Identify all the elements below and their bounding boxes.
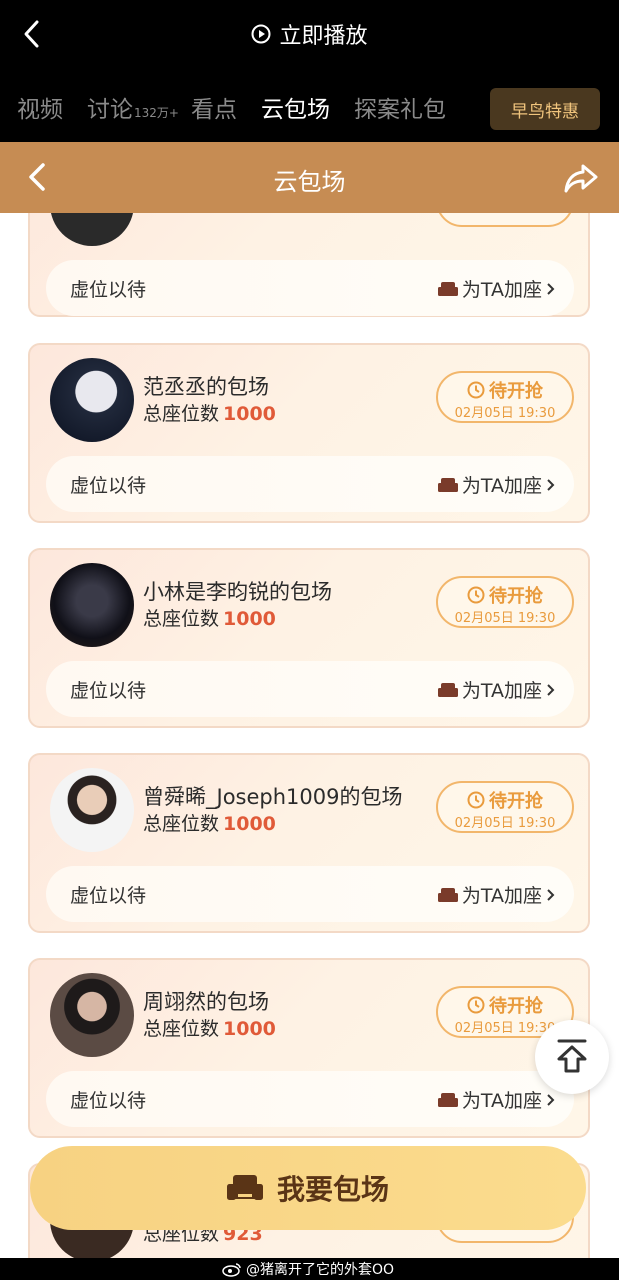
sofa-icon [437,682,458,697]
waiting-label: 虚位以待 [70,475,147,497]
play-now-button[interactable]: 立即播放 [0,18,619,50]
booking-list[interactable]: 虚位以待 为TA加座 范丞丞的包场 总座位数 1000 待开抢 02月05日 19… [0,213,619,1258]
waiting-label: 虚位以待 [70,1090,147,1112]
avatar [50,213,134,246]
add-seat-label: 为TA加座 [461,885,542,907]
seat-count: 总座位数 1000 [143,809,276,836]
early-bird-button[interactable]: 早鸟特惠 [490,88,600,130]
watermark-text: @猪离开了它的外套OO [246,1262,395,1278]
watermark: @猪离开了它的外套OO [222,1258,394,1280]
seat-row: 虚位以待 为TA加座 [46,661,574,717]
tab-bar: 视频 讨论132万+ 看点 云包场 探案礼包 [17,90,470,130]
seat-row: 虚位以待 为TA加座 [46,1071,574,1127]
add-seat-button[interactable]: 为TA加座 [437,1086,556,1113]
chevron-right-icon [547,1093,555,1106]
booking-card: 周翊然的包场 总座位数 1000 待开抢 02月05日 19:30 虚位以待 为T… [28,958,590,1138]
booking-card: 曾舜晞_Joseph1009的包场 总座位数 1000 待开抢 02月05日 19… [28,753,590,933]
seat-count: 总座位数 1000 [143,1014,276,1041]
seat-count-value: 1000 [223,403,276,425]
seat-row: 虚位以待 为TA加座 [46,260,574,316]
play-now-label: 立即播放 [279,24,368,49]
sofa-icon [437,477,458,492]
seat-row: 虚位以待 为TA加座 [46,866,574,922]
scroll-to-top-button[interactable] [535,1020,609,1094]
tab-case-gift[interactable]: 探案礼包 [354,90,446,124]
seat-row: 虚位以待 为TA加座 [46,456,574,512]
clock-icon [467,381,485,399]
waiting-label: 虚位以待 [70,279,147,301]
tab-discussion-label: 讨论 [87,97,133,123]
chevron-right-icon [547,478,555,491]
book-venue-label: 我要包场 [276,1173,389,1206]
add-seat-label: 为TA加座 [461,680,542,702]
sofa-icon [437,887,458,902]
avatar[interactable] [50,973,134,1057]
status-pill[interactable]: 待开抢 02月05日 19:30 [436,781,574,833]
tab-highlights[interactable]: 看点 [191,90,237,124]
seat-count-label: 总座位数 [143,403,220,425]
add-seat-label: 为TA加座 [461,475,542,497]
sofa-icon [437,281,458,296]
booking-name: 小林是李昀锐的包场 [143,580,332,604]
status-pill[interactable]: 待开抢 02月05日 19:30 [436,576,574,628]
booking-name: 曾舜晞_Joseph1009的包场 [143,785,403,809]
seat-count-value: 1000 [223,1018,276,1040]
clock-icon [467,586,485,604]
status-label: 待开抢 [489,996,543,1017]
seat-count-label: 总座位数 [143,1018,220,1040]
booking-card: 小林是李昀锐的包场 总座位数 1000 待开抢 02月05日 19:30 虚位以待… [28,548,590,728]
share-button[interactable] [561,158,601,198]
seat-count-label: 总座位数 [143,608,220,630]
seat-count-label: 总座位数 [143,813,220,835]
avatar[interactable] [50,768,134,852]
chevron-right-icon [547,282,555,295]
seat-count: 总座位数 1000 [143,399,276,426]
clock-icon [467,996,485,1014]
sofa-icon [226,1175,263,1200]
waiting-label: 虚位以待 [70,885,147,907]
weibo-icon [222,1263,241,1277]
chevron-right-icon [547,683,555,696]
booking-name: 范丞丞的包场 [143,375,269,399]
page-title: 云包场 [273,168,346,196]
booking-card: 虚位以待 为TA加座 [28,213,590,317]
book-venue-button[interactable]: 我要包场 [30,1146,586,1230]
share-icon [564,164,598,193]
seat-count-value: 1000 [223,608,276,630]
add-seat-button[interactable]: 为TA加座 [437,471,556,498]
booking-name: 周翊然的包场 [143,990,269,1014]
top-bar: 立即播放 视频 讨论132万+ 看点 云包场 探案礼包 早鸟特惠 [0,0,619,142]
status-label: 待开抢 [489,586,543,607]
tab-cloud-booking[interactable]: 云包场 [261,90,330,124]
seat-count: 总座位数 1000 [143,604,276,631]
play-circle-icon [251,24,271,44]
add-seat-label: 为TA加座 [461,279,542,301]
status-pill[interactable]: 待开抢 02月05日 19:30 [436,371,574,423]
sub-header: 云包场 [0,142,619,213]
start-time: 02月05日 19:30 [454,406,556,421]
add-seat-button[interactable]: 为TA加座 [437,676,556,703]
tab-video[interactable]: 视频 [17,90,63,124]
start-time: 02月05日 19:30 [454,611,556,626]
clock-icon [467,791,485,809]
status-label: 待开抢 [489,791,543,812]
status-label: 待开抢 [489,381,543,402]
start-time: 02月05日 19:30 [454,816,556,831]
add-seat-button[interactable]: 为TA加座 [437,881,556,908]
tab-discussion[interactable]: 讨论132万+ [87,90,179,124]
add-seat-button[interactable]: 为TA加座 [437,275,556,302]
chevron-right-icon [547,888,555,901]
status-pill[interactable] [436,213,574,227]
add-seat-label: 为TA加座 [461,1090,542,1112]
booking-card: 范丞丞的包场 总座位数 1000 待开抢 02月05日 19:30 虚位以待 为T… [28,343,590,523]
avatar[interactable] [50,563,134,647]
sofa-icon [437,1092,458,1107]
tab-discussion-count: 132万+ [134,106,179,120]
seat-count-value: 1000 [223,813,276,835]
arrow-up-icon [557,1039,587,1073]
avatar[interactable] [50,358,134,442]
waiting-label: 虚位以待 [70,680,147,702]
